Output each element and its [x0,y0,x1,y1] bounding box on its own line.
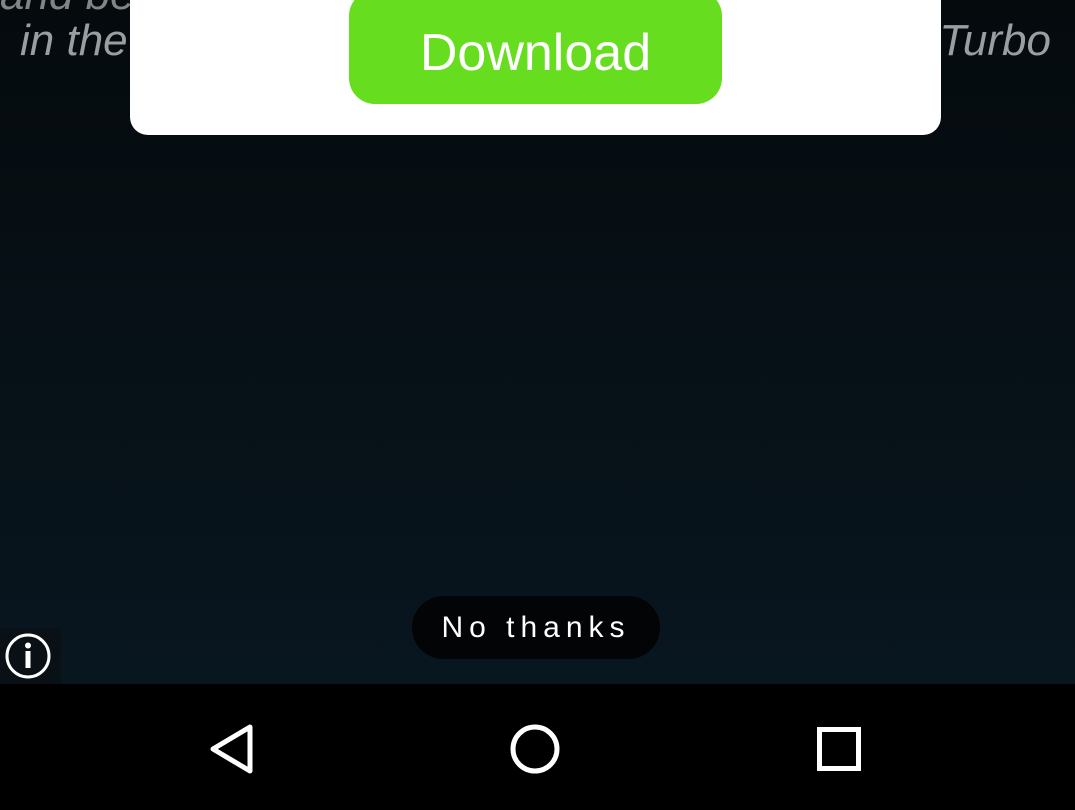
download-button[interactable]: Download [349,0,722,104]
home-circle-icon [510,724,560,774]
home-button[interactable] [500,714,570,784]
back-button[interactable] [200,714,270,784]
interstitial-ad: and be a link in the Turbo Download No t… [0,0,1075,684]
no-thanks-button[interactable]: No thanks [412,596,660,659]
background-text-right: Turbo [939,16,1051,65]
recents-button[interactable] [804,714,874,784]
recents-square-icon [817,727,861,771]
info-circle-icon [5,633,51,679]
back-triangle-icon [210,724,253,774]
ad-screen: and be a link in the Turbo Download No t… [0,0,1075,810]
background-text-left: in the [20,16,128,65]
ad-info-button[interactable] [0,628,61,684]
system-navigation-bar [0,684,1075,810]
